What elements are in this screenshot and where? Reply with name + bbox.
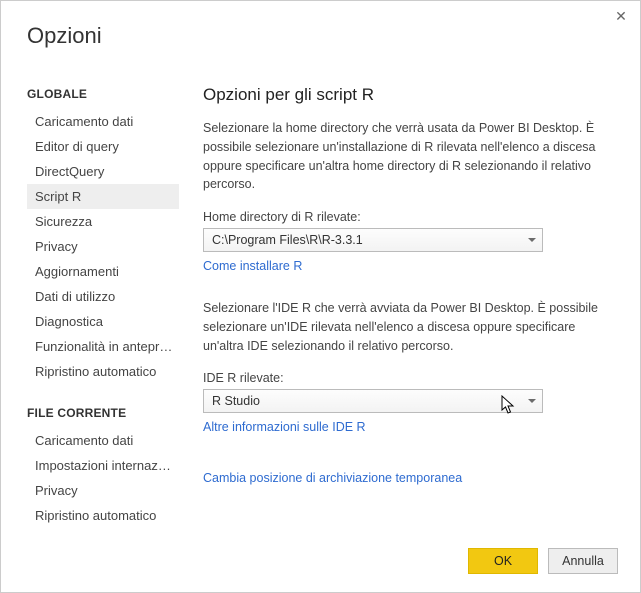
ide-label: IDE R rilevate: (203, 371, 610, 385)
sidebar-item-file-ripristino[interactable]: Ripristino automatico (27, 503, 179, 528)
sidebar: GLOBALE Caricamento dati Editor di query… (1, 71, 185, 532)
chevron-down-icon (528, 399, 536, 403)
cancel-button[interactable]: Annulla (548, 548, 618, 574)
content-paragraph-home: Selezionare la home directory che verrà … (203, 119, 610, 194)
sidebar-item-editor-query[interactable]: Editor di query (27, 134, 179, 159)
sidebar-item-diagnostica[interactable]: Diagnostica (27, 309, 179, 334)
storage-location-link[interactable]: Cambia posizione di archiviazione tempor… (203, 471, 462, 485)
sidebar-item-funzionalita-anteprima[interactable]: Funzionalità in anteprima (27, 334, 179, 359)
sidebar-item-sicurezza[interactable]: Sicurezza (27, 209, 179, 234)
sidebar-item-file-internazionali[interactable]: Impostazioni internazionali (27, 453, 179, 478)
sidebar-section-file-corrente: FILE CORRENTE (27, 406, 179, 420)
sidebar-item-ripristino-automatico[interactable]: Ripristino automatico (27, 359, 179, 384)
sidebar-item-aggiornamenti[interactable]: Aggiornamenti (27, 259, 179, 284)
home-directory-dropdown[interactable]: C:\Program Files\R\R-3.3.1 (203, 228, 543, 252)
sidebar-item-directquery[interactable]: DirectQuery (27, 159, 179, 184)
sidebar-item-privacy[interactable]: Privacy (27, 234, 179, 259)
ok-button[interactable]: OK (468, 548, 538, 574)
dialog-footer: OK Annulla (468, 548, 618, 574)
sidebar-section-global: GLOBALE (27, 87, 179, 101)
content-paragraph-ide: Selezionare l'IDE R che verrà avviata da… (203, 299, 610, 355)
content-panel: Opzioni per gli script R Selezionare la … (185, 71, 640, 532)
ide-info-link[interactable]: Altre informazioni sulle IDE R (203, 420, 366, 434)
content-heading: Opzioni per gli script R (203, 85, 610, 105)
home-directory-value: C:\Program Files\R\R-3.3.1 (212, 233, 363, 247)
dialog-title: Opzioni (1, 1, 640, 49)
close-icon[interactable]: ✕ (612, 7, 630, 25)
sidebar-item-script-r[interactable]: Script R (27, 184, 179, 209)
sidebar-item-file-privacy[interactable]: Privacy (27, 478, 179, 503)
chevron-down-icon (528, 238, 536, 242)
home-directory-label: Home directory di R rilevate: (203, 210, 610, 224)
sidebar-item-caricamento-dati[interactable]: Caricamento dati (27, 109, 179, 134)
ide-value: R Studio (212, 394, 260, 408)
ide-dropdown[interactable]: R Studio (203, 389, 543, 413)
dialog-body: GLOBALE Caricamento dati Editor di query… (1, 71, 640, 532)
install-r-link[interactable]: Come installare R (203, 259, 302, 273)
sidebar-item-file-caricamento[interactable]: Caricamento dati (27, 428, 179, 453)
sidebar-item-dati-utilizzo[interactable]: Dati di utilizzo (27, 284, 179, 309)
